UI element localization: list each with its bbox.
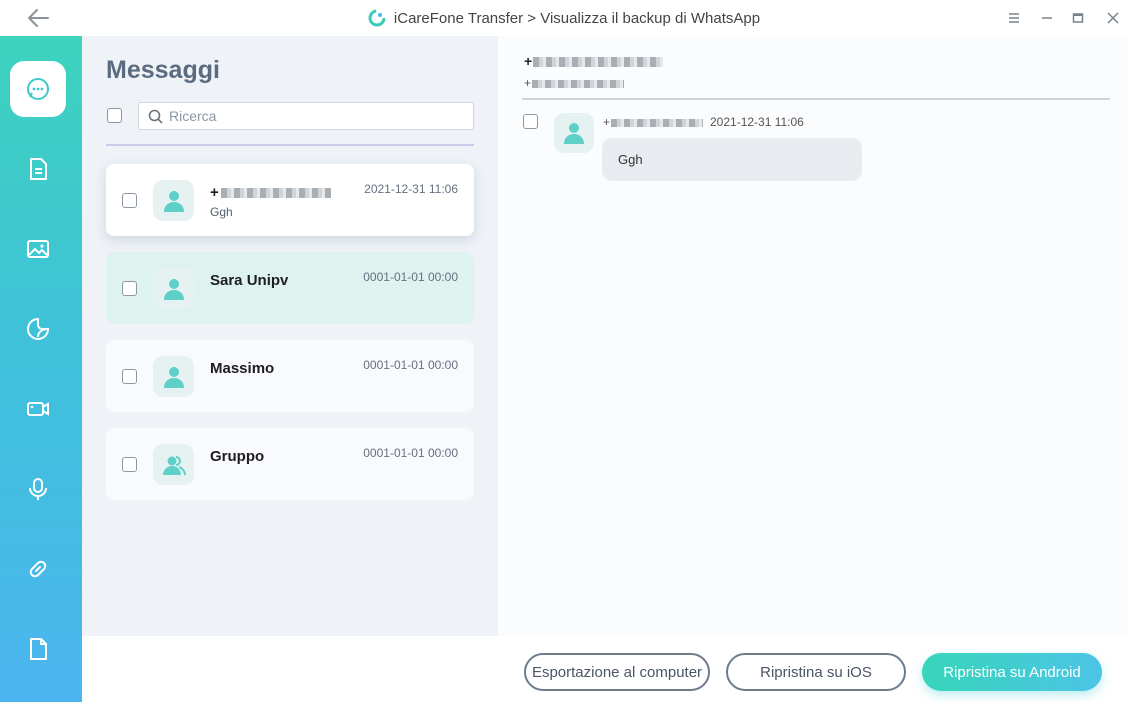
menu-icon[interactable] [1005, 9, 1023, 27]
group-icon [162, 455, 186, 475]
chat-list-item[interactable]: + 2021-12-31 11:06 Ggh [106, 164, 474, 236]
chat-name: Sara Unipv [210, 272, 289, 289]
sidebar-item-videos[interactable] [10, 381, 66, 437]
sidebar-item-messages[interactable] [10, 61, 66, 117]
sidebar-item-images[interactable] [10, 221, 66, 277]
conversation-contact-name: + [524, 53, 664, 69]
document-icon [30, 158, 47, 180]
minimize-icon[interactable] [1038, 9, 1056, 27]
avatar [153, 180, 194, 221]
conversation-panel: + + + 2021-12-31 11:06 Ggh [498, 36, 1128, 636]
chat-time: 0001-01-01 00:00 [363, 270, 458, 284]
conversation-contact-number: + [524, 76, 625, 90]
search-input[interactable] [169, 106, 469, 126]
avatar [153, 268, 194, 309]
sidebar-item-documents[interactable] [10, 141, 66, 197]
chat-preview: Ggh [210, 205, 233, 219]
chat-name: Massimo [210, 360, 275, 377]
window-title: iCareFone Transfer > Visualizza il backu… [393, 9, 761, 27]
redacted-number [533, 57, 664, 68]
file-icon [30, 638, 47, 660]
chat-name: Gruppo [210, 448, 265, 465]
chat-list-panel: Messaggi + 2021-12-31 11:06 Ggh Sara Uni… [82, 36, 498, 636]
avatar [153, 444, 194, 485]
title-bar: iCareFone Transfer > Visualizza il backu… [0, 0, 1128, 36]
contact-icon [163, 366, 184, 388]
redacted-number [220, 188, 331, 199]
select-all-checkbox[interactable] [107, 108, 122, 123]
sidebar-item-stickers[interactable] [10, 301, 66, 357]
chat-time: 0001-01-01 00:00 [363, 358, 458, 372]
message-checkbox[interactable] [523, 114, 538, 129]
chat-checkbox[interactable] [122, 457, 137, 472]
search-box[interactable] [138, 102, 474, 130]
image-icon [27, 240, 49, 258]
message-icon [27, 78, 49, 100]
search-icon [148, 109, 163, 124]
contact-icon [163, 278, 184, 300]
avatar [153, 356, 194, 397]
maximize-icon[interactable] [1069, 9, 1087, 27]
chat-name: + [210, 184, 331, 201]
export-to-computer-button[interactable]: Esportazione al computer [524, 653, 710, 691]
page-title: Messaggi [106, 56, 220, 84]
chat-time: 0001-01-01 00:00 [363, 446, 458, 460]
sidebar-item-audio[interactable] [10, 461, 66, 517]
message-time: 2021-12-31 11:06 [710, 115, 804, 129]
divider [106, 144, 474, 146]
action-bar: Esportazione al computer Ripristina su i… [82, 636, 1128, 702]
chat-list-item[interactable]: Sara Unipv 0001-01-01 00:00 [106, 252, 474, 324]
chat-checkbox[interactable] [122, 193, 137, 208]
chat-checkbox[interactable] [122, 281, 137, 296]
chat-checkbox[interactable] [122, 369, 137, 384]
video-icon [27, 402, 49, 416]
divider [522, 98, 1110, 100]
message-sender: + [603, 115, 704, 129]
sidebar-item-links[interactable] [10, 541, 66, 597]
restore-to-android-button[interactable]: Ripristina su Android [922, 653, 1102, 691]
close-icon[interactable] [1104, 9, 1122, 27]
chat-time: 2021-12-31 11:06 [364, 182, 458, 196]
app-logo-icon [368, 9, 386, 27]
contact-icon [163, 190, 184, 212]
contact-icon [564, 123, 584, 144]
sticker-icon [27, 317, 50, 340]
restore-to-ios-button[interactable]: Ripristina su iOS [726, 653, 906, 691]
chat-list-item[interactable]: Gruppo 0001-01-01 00:00 [106, 428, 474, 500]
message-text: Ggh [618, 152, 643, 167]
sidebar-item-files[interactable] [10, 621, 66, 677]
message-bubble: Ggh [602, 138, 862, 181]
avatar [554, 113, 594, 153]
redacted-number [611, 118, 704, 127]
category-sidebar [0, 36, 82, 702]
redacted-number [532, 79, 625, 88]
link-icon [29, 560, 47, 578]
microphone-icon [29, 478, 47, 500]
chat-list-item[interactable]: Massimo 0001-01-01 00:00 [106, 340, 474, 412]
